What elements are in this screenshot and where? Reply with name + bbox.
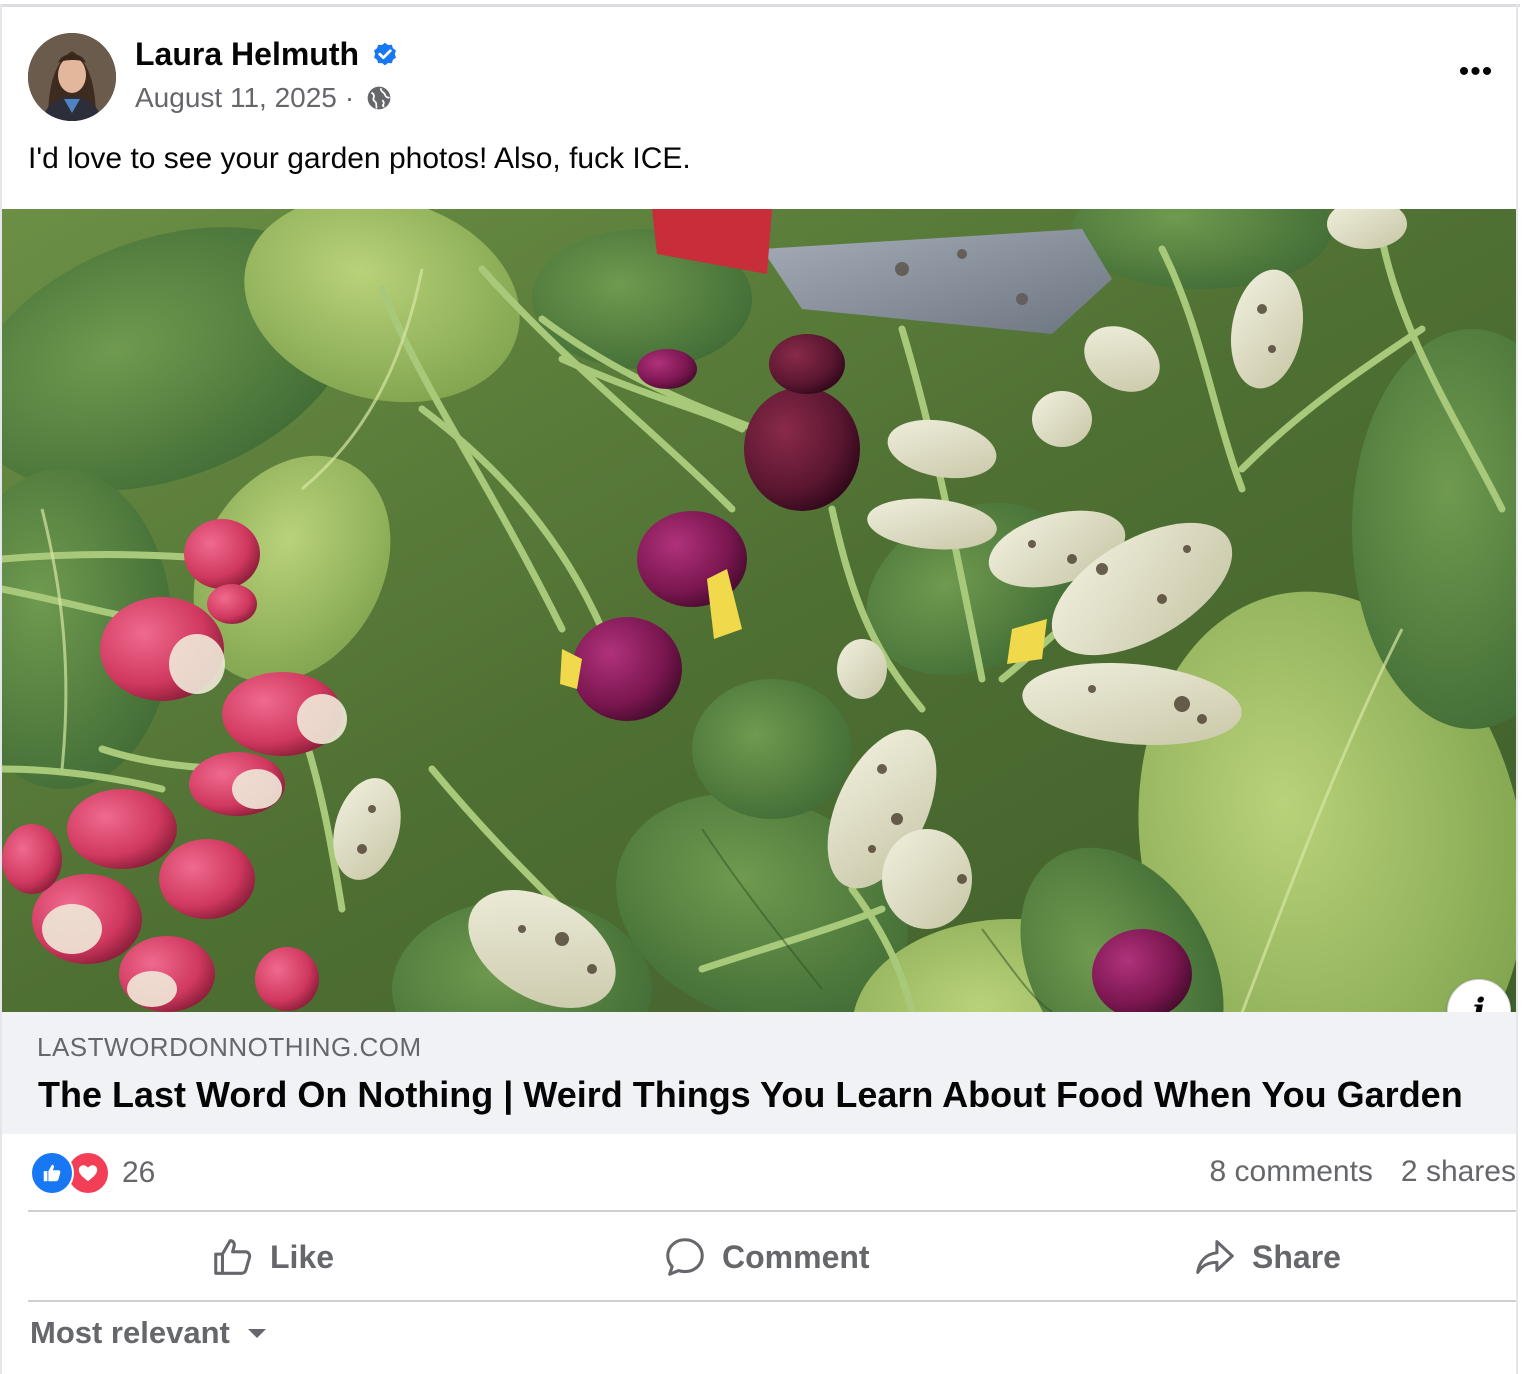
like-label: Like	[270, 1238, 335, 1275]
divider	[28, 1300, 1516, 1302]
globe-icon[interactable]	[366, 85, 392, 111]
thumbs-up-icon	[214, 1239, 252, 1275]
meta-separator: ·	[344, 82, 355, 113]
author-name[interactable]: Laura Helmuth	[135, 36, 359, 73]
reaction-summary[interactable]: 26	[30, 1151, 156, 1195]
comments-count[interactable]: 8 comments	[1210, 1155, 1373, 1189]
post-meta: August 11, 2025 ·	[135, 82, 392, 114]
facebook-post: Laura Helmuth August 11, 2025 · ••• I'd …	[0, 0, 1528, 1374]
reaction-count: 26	[122, 1156, 156, 1189]
comment-label: Comment	[722, 1238, 870, 1275]
post-text: I'd love to see your garden photos! Also…	[28, 142, 691, 175]
more-options-icon[interactable]: •••	[1452, 52, 1500, 92]
shares-count[interactable]: 2 shares	[1401, 1155, 1516, 1189]
verified-badge-icon	[374, 42, 396, 65]
share-label: Share	[1252, 1238, 1341, 1275]
avatar-image	[28, 33, 116, 121]
comment-bubble-icon	[666, 1238, 704, 1276]
post-date[interactable]: August 11, 2025	[135, 82, 337, 114]
share-arrow-icon	[1196, 1240, 1234, 1274]
caret-down-icon	[247, 1329, 266, 1338]
post-top-border	[0, 4, 1520, 7]
engagement-counts: 8 comments 2 shares	[1210, 1155, 1516, 1189]
like-reaction-icon	[30, 1151, 74, 1195]
radish-harvest-photo	[2, 209, 1516, 1012]
share-button[interactable]: Share	[1192, 1232, 1341, 1282]
comment-button[interactable]: Comment	[662, 1232, 870, 1282]
sort-label: Most relevant	[30, 1315, 230, 1350]
author-name-row: Laura Helmuth	[135, 36, 399, 73]
link-preview-image[interactable]	[2, 209, 1516, 1012]
comments-sort-dropdown[interactable]: Most relevant	[30, 1315, 268, 1351]
link-title[interactable]: The Last Word On Nothing | Weird Things …	[38, 1074, 1463, 1116]
like-button[interactable]: Like	[210, 1232, 334, 1282]
divider	[28, 1210, 1516, 1212]
link-domain: LASTWORDONNOTHING.COM	[37, 1032, 422, 1062]
post-right-border	[1516, 4, 1518, 1374]
author-avatar[interactable]	[28, 33, 116, 121]
